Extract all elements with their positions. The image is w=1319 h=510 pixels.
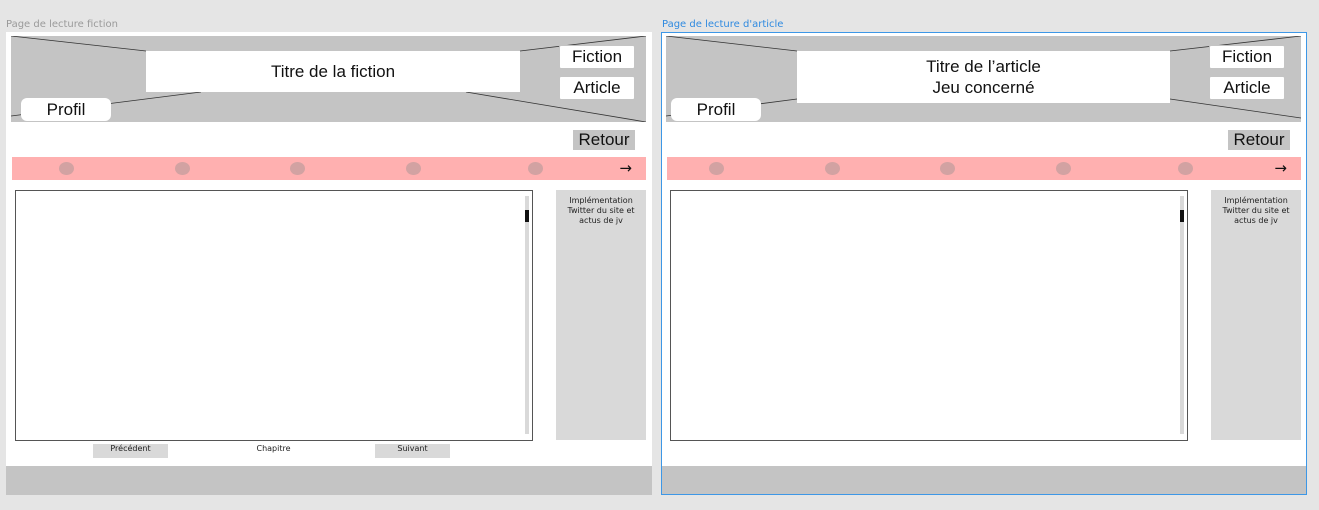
- title-line-1: Titre de la fiction: [270, 62, 396, 81]
- side-panel-line-1: Implémentation: [569, 196, 633, 205]
- chapter-dot[interactable]: [406, 162, 421, 175]
- nav-fiction-button[interactable]: Fiction: [1209, 45, 1285, 69]
- chapter-progress-bar: →: [667, 157, 1301, 180]
- chapter-dot[interactable]: [709, 162, 724, 175]
- nav-article-button[interactable]: Article: [1209, 76, 1285, 100]
- chapter-dot[interactable]: [175, 162, 190, 175]
- chapter-dot[interactable]: [528, 162, 543, 175]
- page-title: Titre de la fiction: [146, 51, 520, 92]
- nav-article-button[interactable]: Article: [559, 76, 635, 100]
- footer: [6, 466, 652, 495]
- frame-label-fiction[interactable]: Page de lecture fiction: [6, 19, 118, 30]
- back-button[interactable]: Retour: [573, 130, 635, 150]
- title-line-1: Titre de l’article: [926, 57, 1041, 76]
- chapter-label: Chapitre: [256, 444, 291, 453]
- chapter-dot[interactable]: [59, 162, 74, 175]
- header-banner: Titre de la fiction Fiction Article Prof…: [11, 36, 646, 122]
- scrollbar[interactable]: [525, 196, 529, 434]
- chapter-progress-bar: →: [12, 157, 646, 180]
- scrollbar[interactable]: [1180, 196, 1184, 434]
- twitter-news-panel: Implémentation Twitter du site et actus …: [556, 190, 646, 440]
- chapter-dot[interactable]: [1178, 162, 1193, 175]
- profile-button[interactable]: Profil: [21, 98, 111, 121]
- reading-content-area[interactable]: [15, 190, 533, 441]
- reading-content-area[interactable]: [670, 190, 1188, 441]
- article-reading-frame: Titre de l’article Jeu concerné Fiction …: [661, 32, 1307, 495]
- chapter-dot[interactable]: [290, 162, 305, 175]
- chapter-dot[interactable]: [825, 162, 840, 175]
- side-panel-line-3: actus de jv: [1234, 216, 1278, 225]
- side-panel-line-1: Implémentation: [1224, 196, 1288, 205]
- side-panel-line-3: actus de jv: [579, 216, 623, 225]
- footer: [662, 466, 1306, 494]
- chapter-dot[interactable]: [1056, 162, 1071, 175]
- back-button[interactable]: Retour: [1228, 130, 1290, 150]
- scrollbar-thumb[interactable]: [1180, 210, 1184, 222]
- header-banner: Titre de l’article Jeu concerné Fiction …: [666, 36, 1301, 122]
- fiction-reading-frame: Titre de la fiction Fiction Article Prof…: [6, 32, 652, 495]
- next-button[interactable]: Suivant: [375, 444, 450, 458]
- frame-label-article[interactable]: Page de lecture d'article: [662, 19, 783, 30]
- side-panel-line-2: Twitter du site et: [1222, 206, 1290, 215]
- title-line-2: Jeu concerné: [932, 78, 1035, 97]
- scrollbar-thumb[interactable]: [525, 210, 529, 222]
- arrow-right-icon[interactable]: →: [1274, 159, 1287, 177]
- twitter-news-panel: Implémentation Twitter du site et actus …: [1211, 190, 1301, 440]
- nav-fiction-button[interactable]: Fiction: [559, 45, 635, 69]
- side-panel-line-2: Twitter du site et: [567, 206, 635, 215]
- page-title: Titre de l’article Jeu concerné: [797, 51, 1170, 103]
- chapter-dot[interactable]: [940, 162, 955, 175]
- arrow-right-icon[interactable]: →: [619, 159, 632, 177]
- profile-button[interactable]: Profil: [671, 98, 761, 121]
- previous-button[interactable]: Précédent: [93, 444, 168, 458]
